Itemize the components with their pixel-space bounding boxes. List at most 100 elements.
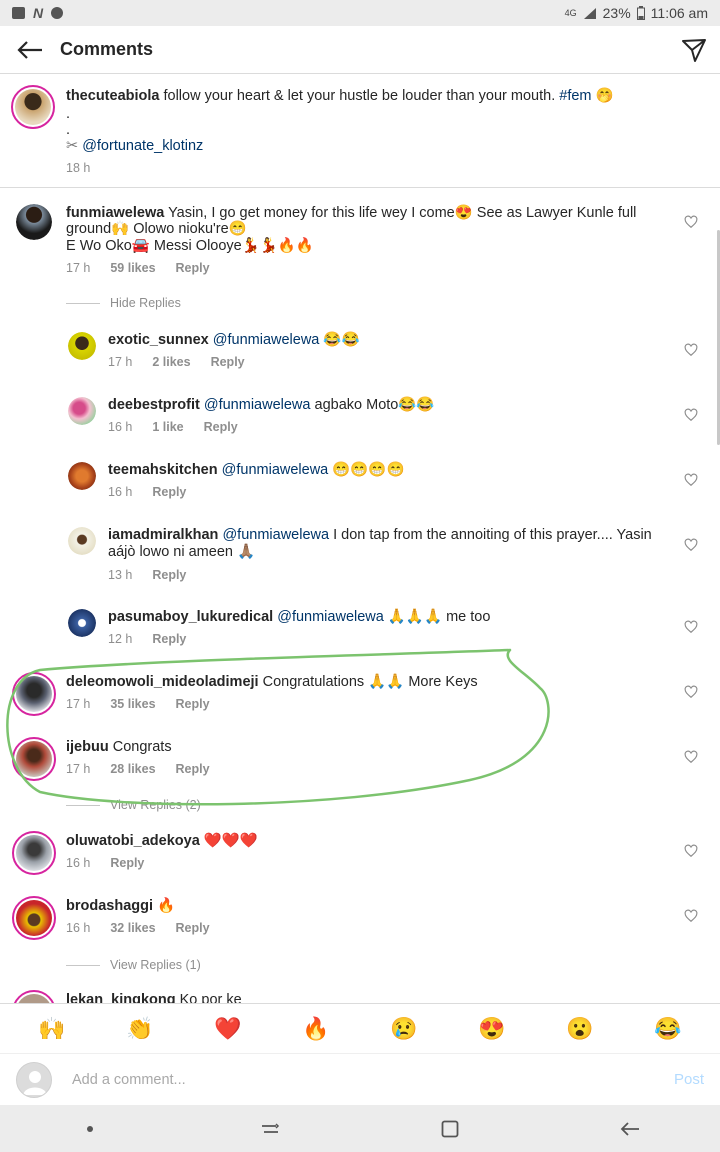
comment-meta: 16 h 32 likes Reply [66,921,210,935]
reply-button[interactable]: Reply [152,485,186,499]
reply-button[interactable]: Reply [176,261,210,275]
likes-count[interactable]: 35 likes [110,697,155,711]
likes-count[interactable]: 28 likes [110,762,155,776]
network-type: 4G [564,8,577,18]
chrome-notification-icon [51,7,64,19]
caption-time: 18 h [66,161,91,175]
recent-apps-icon[interactable] [255,1114,285,1144]
battery-percent: 23% [602,5,631,21]
like-heart-icon[interactable] [684,909,698,923]
signal-icon [583,7,596,19]
like-heart-icon[interactable] [684,343,698,357]
like-heart-icon[interactable] [684,620,698,634]
avatar[interactable] [68,332,96,360]
avatar[interactable] [12,896,56,940]
like-heart-icon[interactable] [684,538,698,552]
reply-meta: 17 h 2 likes Reply [108,355,245,369]
page-title: Comments [60,39,154,59]
caption-text: thecuteabiola follow your heart & let yo… [66,88,614,104]
view-replies-button[interactable]: View Replies (1) [66,958,201,972]
status-bar: N 4G 23% 11:06 am [0,0,720,26]
reply-button[interactable]: Reply [176,762,210,776]
reply-text: exotic_sunnex @funmiawelewa 😂😂 [108,332,360,348]
like-heart-icon[interactable] [684,215,698,229]
likes-count[interactable]: 1 like [152,420,183,434]
caption-username[interactable]: thecuteabiola [66,88,159,104]
credit-mention-link[interactable]: @fortunate_klotinz [82,138,203,154]
hide-replies-button[interactable]: Hide Replies [66,296,181,310]
divider [66,804,100,806]
avatar[interactable] [68,609,96,637]
reply-button[interactable]: Reply [204,420,238,434]
raised-hands-emoji-button[interactable]: 🙌 [32,1016,72,1042]
post-button[interactable]: Post [674,1071,704,1088]
avatar[interactable] [16,204,52,240]
reply-button[interactable]: Reply [211,355,245,369]
comment-text: deleomowoli_mideoladimeji Congratulation… [66,674,478,690]
back-nav-icon[interactable] [615,1114,645,1144]
user-avatar [16,1061,52,1098]
view-replies-button[interactable]: View Replies (2) [66,798,201,812]
laughing-emoji-button[interactable]: 😂 [648,1016,688,1042]
reply-button[interactable]: Reply [176,697,210,711]
emoji-reaction-bar: 🙌 👏 ❤️ 🔥 😢 😍 😮 😂 [0,1003,720,1053]
avatar[interactable] [11,85,55,129]
comment-text: ijebuu Congrats [66,739,172,755]
likes-count[interactable]: 2 likes [152,355,190,369]
hashtag-link[interactable]: #fem [559,88,591,104]
comment-meta: 16 h Reply [66,856,145,870]
system-nav-bar [0,1105,720,1152]
home-icon[interactable] [435,1114,465,1144]
back-arrow-icon [17,40,42,59]
reply-button[interactable]: Reply [152,632,186,646]
scissors-icon: ✂ [66,138,79,154]
reply-text: deebestprofit @funmiawelewa agbako Moto😂… [108,397,435,413]
fire-emoji-button[interactable]: 🔥 [296,1016,336,1042]
divider [66,964,100,966]
comment-text-line3: E Wo Oko🚘 Messi Olooye💃💃🔥🔥 [66,238,314,254]
n-notification-icon: N [33,5,44,21]
comment-meta: 17 h 35 likes Reply [66,697,210,711]
avatar[interactable] [12,831,56,875]
comment-meta: 17 h 59 likes Reply [66,261,210,275]
reply-button[interactable]: Reply [110,856,144,870]
comment-text: brodashaggi 🔥 [66,898,176,914]
comment-input[interactable]: Add a comment... [72,1072,674,1088]
avatar[interactable] [68,527,96,555]
reply-meta: 16 h Reply [108,485,187,499]
caption: thecuteabiola follow your heart & let yo… [0,74,720,188]
like-heart-icon[interactable] [684,750,698,764]
heart-emoji-button[interactable]: ❤️ [208,1016,248,1042]
clapping-emoji-button[interactable]: 👏 [120,1016,160,1042]
share-button[interactable] [678,34,710,66]
like-heart-icon[interactable] [684,408,698,422]
like-heart-icon[interactable] [684,685,698,699]
reply-text-line2: aájò lowo ni ameen 🙏🏽 [108,544,256,560]
avatar[interactable] [68,462,96,490]
avatar[interactable] [12,672,56,716]
reply-button[interactable]: Reply [152,568,186,582]
reply-text: pasumaboy_lukuredical @funmiawelewa 🙏🙏🙏 … [108,609,491,625]
default-user-icon [23,1070,47,1095]
caption-credit: ✂ @fortunate_klotinz [66,136,203,156]
reply-meta: 12 h Reply [108,632,187,646]
crying-emoji-button[interactable]: 😢 [384,1016,424,1042]
reply-button[interactable]: Reply [176,921,210,935]
comment-text: oluwatobi_adekoya ❤️❤️❤️ [66,833,258,849]
avatar[interactable] [12,737,56,781]
likes-count[interactable]: 32 likes [110,921,155,935]
surprised-emoji-button[interactable]: 😮 [560,1016,600,1042]
divider [66,302,100,304]
reply-meta: 13 h Reply [108,568,187,582]
likes-count[interactable]: 59 likes [110,261,155,275]
back-button[interactable] [0,26,60,74]
avatar[interactable] [68,397,96,425]
heart-eyes-emoji-button[interactable]: 😍 [472,1016,512,1042]
like-heart-icon[interactable] [684,844,698,858]
direct-share-icon [682,39,706,62]
reply-text: teemahskitchen @funmiawelewa 😁😁😁😁 [108,462,405,478]
comment-time: 17 h [66,261,91,275]
comment-composer: Add a comment... Post [0,1053,720,1105]
like-heart-icon[interactable] [684,473,698,487]
dot-icon[interactable] [75,1114,105,1144]
